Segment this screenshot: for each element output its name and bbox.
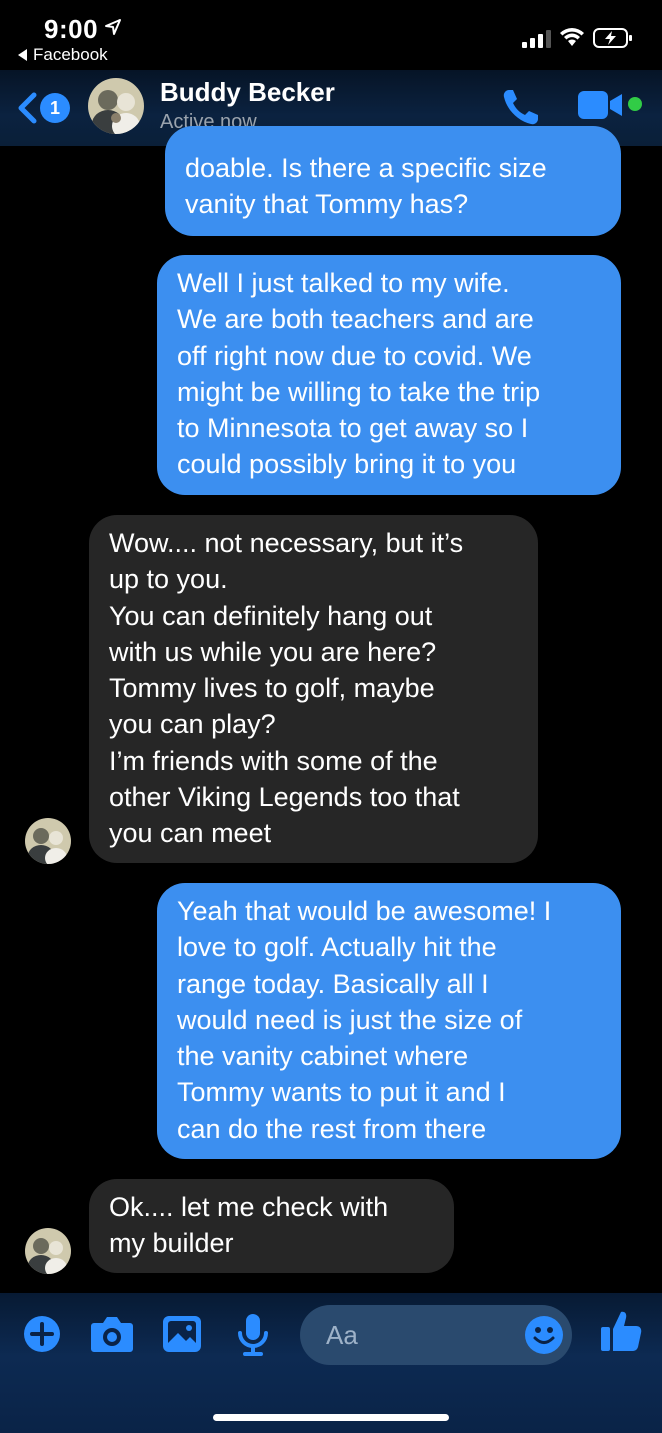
video-call-icon[interactable] xyxy=(578,90,624,120)
location-arrow-icon xyxy=(105,19,121,35)
plus-icon[interactable] xyxy=(23,1315,61,1353)
back-triangle-icon xyxy=(18,49,27,61)
sender-avatar[interactable] xyxy=(25,818,71,864)
gallery-icon[interactable] xyxy=(162,1315,202,1353)
back-app-label: Facebook xyxy=(33,45,108,64)
message-bubble-incoming[interactable]: Ok.... let me check with my builder xyxy=(89,1179,454,1273)
cellular-signal-icon xyxy=(522,30,551,48)
back-to-app-link[interactable]: Facebook xyxy=(18,45,108,65)
thumbs-up-icon[interactable] xyxy=(600,1309,642,1353)
contact-name[interactable]: Buddy Becker xyxy=(160,77,335,108)
message-bubble-outgoing[interactable]: Yeah that would be awesome! I love to go… xyxy=(157,883,621,1159)
message-composer: Aa xyxy=(0,1293,662,1433)
phone-call-icon[interactable] xyxy=(500,86,542,128)
microphone-icon[interactable] xyxy=(236,1313,270,1357)
sender-avatar[interactable] xyxy=(25,1228,71,1274)
wifi-icon xyxy=(560,28,584,46)
chevron-left-icon xyxy=(18,92,37,124)
message-bubble-outgoing[interactable]: doable. Is there a specific size vanity … xyxy=(165,126,621,236)
camera-icon[interactable] xyxy=(90,1315,134,1353)
battery-charging-icon xyxy=(593,28,632,48)
status-time: 9:00 xyxy=(44,14,99,44)
message-input-placeholder: Aa xyxy=(326,1320,358,1350)
status-bar: 9:00 Facebook xyxy=(0,0,662,70)
home-indicator[interactable] xyxy=(213,1414,449,1421)
message-bubble-incoming[interactable]: Wow.... not necessary, but it’s up to yo… xyxy=(89,515,538,863)
emoji-icon[interactable] xyxy=(524,1315,564,1355)
message-input[interactable]: Aa xyxy=(300,1305,572,1365)
message-bubble-outgoing[interactable]: Well I just talked to my wife. We are bo… xyxy=(157,255,621,495)
online-indicator xyxy=(628,97,642,111)
unread-badge: 1 xyxy=(40,93,70,123)
back-button[interactable]: 1 xyxy=(16,92,70,124)
contact-avatar[interactable] xyxy=(88,78,144,134)
